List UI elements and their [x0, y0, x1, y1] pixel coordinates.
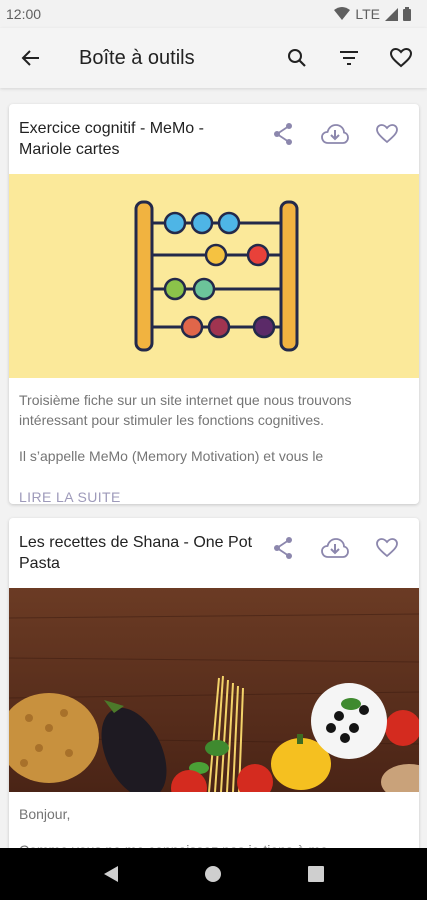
wifi-icon: [334, 7, 351, 20]
back-button[interactable]: [0, 28, 60, 88]
nav-recents-icon[interactable]: [308, 866, 325, 882]
share-button[interactable]: [257, 533, 309, 563]
card-actions: [257, 119, 419, 149]
favorite-button[interactable]: [361, 119, 413, 149]
search-icon: [288, 49, 306, 67]
abacus-illustration: [134, 200, 299, 352]
card-excerpt: Bonjour, Comme vous ne me connaissez pas…: [9, 792, 419, 848]
nav-back-icon[interactable]: [103, 865, 119, 883]
card-excerpt: Troisième fiche sur un site internet que…: [9, 378, 419, 466]
status-icons: LTE: [334, 6, 411, 22]
card-title: Les recettes de Shana - One Pot Pasta: [19, 534, 253, 572]
excerpt-paragraph: Comme vous ne me connaissez pas je tiens…: [19, 840, 409, 848]
filter-button[interactable]: [323, 28, 375, 88]
share-button[interactable]: [257, 119, 309, 149]
battery-icon: [403, 7, 411, 21]
favorite-button[interactable]: [361, 533, 413, 563]
food-photo: [9, 588, 419, 806]
share-icon: [274, 123, 292, 145]
system-nav-bar: [0, 848, 427, 900]
nav-home-icon[interactable]: [204, 865, 222, 883]
read-more-link[interactable]: LIRE LA SUITE: [9, 482, 419, 504]
network-label: LTE: [355, 6, 380, 22]
app-bar: Boîte à outils: [0, 28, 427, 88]
card-actions: [257, 533, 419, 563]
download-button[interactable]: [309, 119, 361, 149]
card-header: Les recettes de Shana - One Pot Pasta: [9, 518, 419, 588]
article-card[interactable]: Exercice cognitif - MeMo - Mariole carte…: [9, 104, 419, 504]
card-title: Exercice cognitif - MeMo - Mariole carte…: [19, 120, 204, 158]
excerpt-paragraph: Il s’appelle MeMo (Memory Motivation) et…: [19, 448, 324, 464]
download-button[interactable]: [309, 533, 361, 563]
status-time: 12:00: [6, 6, 42, 22]
share-icon: [274, 537, 292, 559]
cloud-download-icon: [321, 538, 349, 558]
heart-icon: [390, 48, 412, 68]
heart-icon: [376, 538, 398, 558]
article-card[interactable]: Les recettes de Shana - One Pot Pasta Bo…: [9, 518, 419, 848]
content-list[interactable]: Exercice cognitif - MeMo - Mariole carte…: [0, 88, 427, 848]
signal-icon: [385, 7, 398, 21]
cloud-download-icon: [321, 124, 349, 144]
excerpt-paragraph: Troisième fiche sur un site internet que…: [19, 392, 352, 428]
favorites-button[interactable]: [375, 28, 427, 88]
back-arrow-icon: [21, 50, 39, 66]
card-image-abacus[interactable]: [9, 174, 419, 378]
status-bar: 12:00 LTE: [0, 0, 427, 28]
card-header: Exercice cognitif - MeMo - Mariole carte…: [9, 104, 419, 174]
search-button[interactable]: [271, 28, 323, 88]
heart-icon: [376, 124, 398, 144]
page-title: Boîte à outils: [79, 46, 195, 69]
excerpt-paragraph: Bonjour,: [19, 806, 71, 822]
card-image-pasta[interactable]: [9, 588, 419, 806]
filter-icon: [340, 51, 358, 65]
